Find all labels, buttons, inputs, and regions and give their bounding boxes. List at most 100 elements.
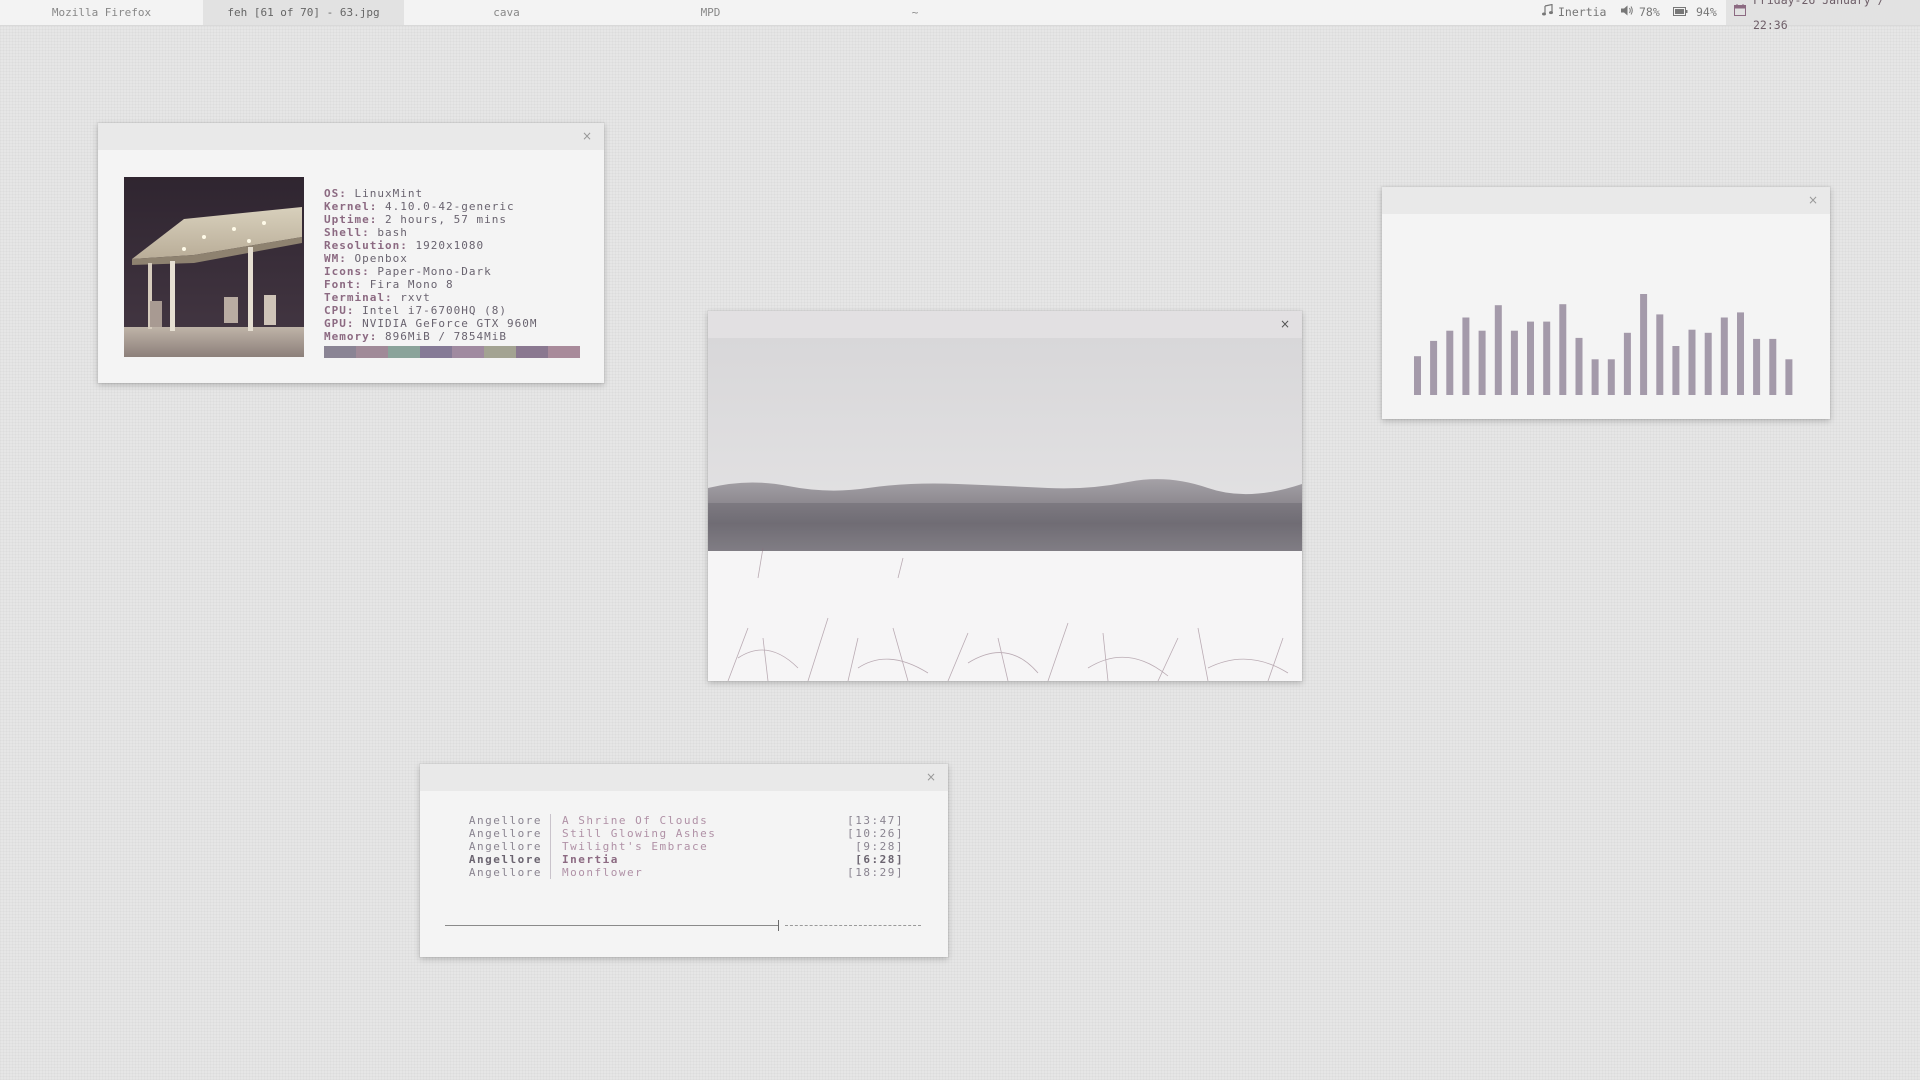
visualizer-bar [1430, 340, 1438, 395]
visualizer-bar [1623, 332, 1631, 395]
visualizer-bar [1494, 305, 1502, 395]
speaker-icon [1621, 0, 1634, 25]
visualizer-bar [1414, 356, 1421, 395]
visualizer-bar [1640, 294, 1648, 395]
close-icon[interactable]: × [924, 770, 938, 784]
progress-remaining [785, 925, 921, 926]
color-palette [324, 346, 580, 358]
palette-swatch [324, 346, 356, 358]
gas-station-image [124, 177, 304, 357]
palette-swatch [388, 346, 420, 358]
info-row-uptime: Uptime: 2 hours, 57 mins [324, 213, 507, 226]
task-firefox[interactable]: Mozilla Firefox [0, 0, 203, 25]
battery-icon [1673, 0, 1688, 25]
visualizer-bar [1785, 359, 1793, 395]
palette-swatch [452, 346, 484, 358]
playlist-row[interactable]: Angellore Twilight's Embrace [9:28] [468, 840, 904, 853]
palette-swatch [516, 346, 548, 358]
now-playing-indicator[interactable]: Inertia [1542, 0, 1606, 25]
playlist-row-current[interactable]: Angellore Inertia [6:28] [468, 853, 904, 866]
info-row-resolution: Resolution: 1920x1080 [324, 239, 485, 252]
playlist-row[interactable]: Angellore Moonflower [18:29] [468, 866, 904, 879]
track-artist: Angellore [468, 853, 542, 866]
info-row-cpu: CPU: Intel i7-6700HQ (8) [324, 304, 507, 317]
progress-knob[interactable] [778, 920, 779, 931]
info-row-shell: Shell: bash [324, 226, 408, 239]
volume-indicator[interactable]: 78% [1621, 0, 1660, 25]
cava-window: × [1382, 187, 1830, 419]
visualizer-bar [1446, 330, 1454, 395]
audio-visualizer [1414, 294, 1793, 395]
task-feh[interactable]: feh [61 of 70] - 63.jpg [203, 0, 404, 25]
mpd-titlebar[interactable] [420, 764, 948, 791]
visualizer-bar [1704, 332, 1712, 395]
palette-swatch [420, 346, 452, 358]
now-playing-label: Inertia [1558, 5, 1607, 19]
feh-titlebar[interactable] [708, 311, 1302, 338]
column-divider [550, 866, 551, 879]
visualizer-bar [1753, 338, 1761, 395]
track-duration: [18:29] [847, 866, 904, 879]
close-icon[interactable]: × [1278, 317, 1292, 331]
info-row-os: OS: LinuxMint [324, 187, 424, 200]
mpd-window: × Angellore A Shrine Of Clouds [13:47] A… [420, 764, 948, 957]
visualizer-bar [1656, 314, 1664, 395]
track-title: Inertia [562, 853, 619, 866]
task-terminal[interactable]: ~ [812, 0, 1018, 25]
track-title: Moonflower [562, 866, 644, 879]
palette-swatch [484, 346, 516, 358]
info-row-icons: Icons: Paper-Mono-Dark [324, 265, 492, 278]
progress-elapsed [445, 925, 778, 926]
system-info: OS: LinuxMint Kernel: 4.10.0-42-generic Up… [324, 174, 537, 343]
track-artist: Angellore [468, 840, 542, 853]
track-artist: Angellore [468, 814, 542, 827]
visualizer-bar [1478, 330, 1486, 395]
progress-bar[interactable] [445, 920, 921, 931]
clock[interactable]: Friday-26 January / 22:36 [1726, 0, 1920, 32]
visualizer-bar [1607, 359, 1615, 395]
track-artist: Angellore [468, 827, 542, 840]
task-mpd[interactable]: MPD [609, 0, 812, 25]
music-note-icon [1542, 0, 1553, 25]
visualizer-bar [1737, 312, 1744, 395]
palette-swatch [548, 346, 580, 358]
info-row-kernel: Kernel: 4.10.0-42-generic [324, 200, 515, 213]
neofetch-titlebar[interactable] [98, 123, 604, 150]
task-cava[interactable]: cava [404, 0, 609, 25]
visualizer-bar [1510, 330, 1518, 395]
visualizer-bar [1720, 317, 1728, 395]
track-title: A Shrine Of Clouds [562, 814, 709, 827]
visualizer-bar [1527, 321, 1534, 395]
column-divider [550, 840, 551, 853]
battery-value: 94% [1696, 5, 1717, 19]
winter-field-image [708, 338, 1302, 681]
track-title: Still Glowing Ashes [562, 827, 717, 840]
track-duration: [13:47] [847, 814, 904, 827]
visualizer-bar [1543, 321, 1551, 395]
playlist: Angellore A Shrine Of Clouds [13:47] Ang… [468, 814, 904, 879]
info-row-font: Font: Fira Mono 8 [324, 278, 454, 291]
battery-indicator[interactable]: 94% [1673, 0, 1717, 25]
track-duration: [9:28] [855, 840, 904, 853]
column-divider [550, 827, 551, 840]
visualizer-bar [1462, 317, 1470, 395]
visualizer-bar [1672, 346, 1680, 395]
column-divider [550, 853, 551, 866]
feh-window: × [708, 311, 1302, 681]
close-icon[interactable]: × [580, 129, 594, 143]
visualizer-bar [1559, 304, 1567, 395]
info-row-gpu: GPU: NVIDIA GeForce GTX 960M [324, 317, 538, 330]
playlist-row[interactable]: Angellore A Shrine Of Clouds [13:47] [468, 814, 904, 827]
info-row-memory: Memory: 896MiB / 7854MiB [324, 330, 507, 343]
playlist-row[interactable]: Angellore Still Glowing Ashes [10:26] [468, 827, 904, 840]
neofetch-window: × OS: LinuxMint Kernel: 4.10.0-42-generi… [98, 123, 604, 383]
info-row-wm: WM: Openbox [324, 252, 408, 265]
track-artist: Angellore [468, 866, 542, 879]
visualizer-bar [1688, 329, 1696, 395]
visualizer-bar [1769, 338, 1777, 395]
top-panel: Mozilla Firefox feh [61 of 70] - 63.jpg … [0, 0, 1920, 32]
track-duration: [10:26] [847, 827, 904, 840]
palette-swatch [356, 346, 388, 358]
track-duration: [6:28] [855, 853, 904, 866]
calendar-icon [1734, 0, 1746, 25]
